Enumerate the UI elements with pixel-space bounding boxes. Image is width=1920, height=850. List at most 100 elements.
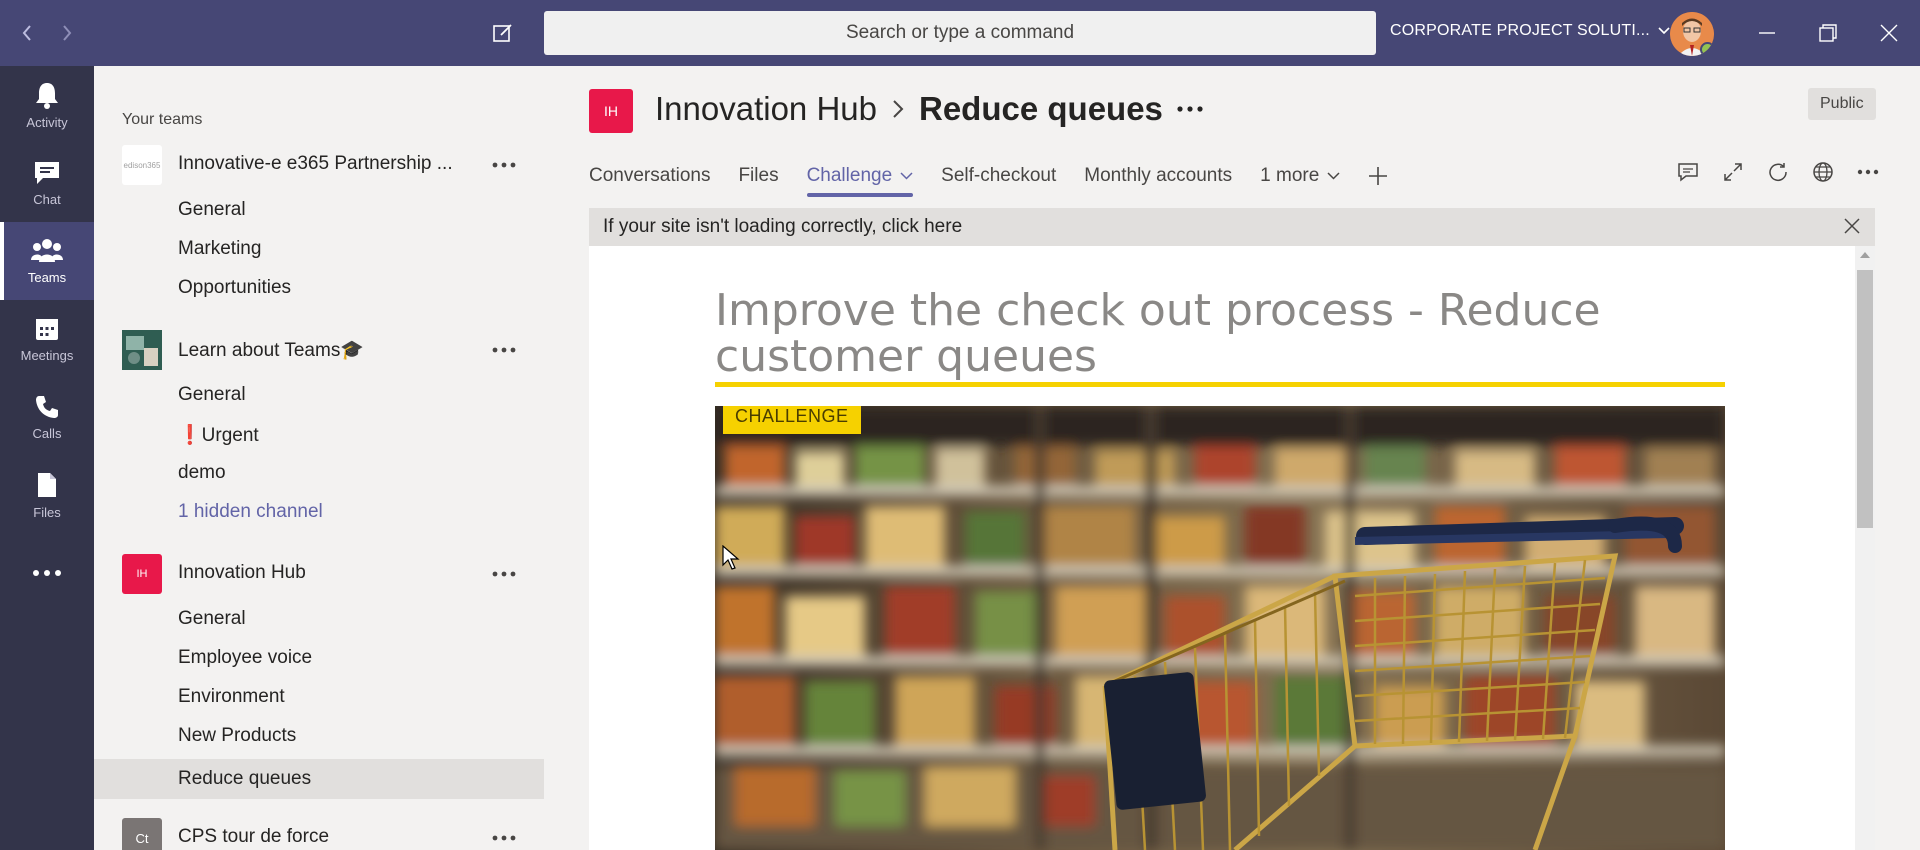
content-scrollbar[interactable] (1855, 246, 1875, 850)
app-rail: Activity Chat Teams Meetings Calls Files (0, 66, 94, 850)
forward-button[interactable] (52, 18, 82, 48)
teams-list-panel: Your teams edison365 Innovative-e e365 P… (94, 66, 544, 850)
page-title: Improve the check out process - Reduce c… (715, 285, 1601, 382)
more-options-icon[interactable] (492, 564, 516, 584)
channel-view: IH Innovation Hub Reduce queues Public C… (544, 66, 1920, 850)
channel-label: ❗Urgent (178, 425, 259, 446)
team-name: CPS tour de force (178, 826, 330, 847)
channel-item[interactable]: New Products (94, 716, 544, 756)
mouse-cursor-icon (722, 545, 740, 570)
presence-available-icon (1700, 42, 1714, 56)
rail-item-files[interactable]: Files (0, 456, 94, 534)
close-icon[interactable] (1843, 217, 1861, 235)
breadcrumb-channel: Reduce queues (919, 90, 1163, 127)
add-tab-button[interactable] (1368, 156, 1388, 196)
chat-icon (35, 161, 59, 184)
challenge-image: CHALLENGE (715, 406, 1725, 850)
channel-item[interactable]: demo (94, 453, 544, 493)
close-window-button[interactable] (1874, 18, 1904, 48)
bell-icon (36, 82, 58, 109)
rail-item-teams[interactable]: Teams (0, 222, 94, 300)
rail-item-label: Files (33, 504, 61, 520)
phone-icon (36, 395, 58, 418)
team-item-innovation-hub[interactable]: IH Innovation Hub (94, 552, 544, 596)
more-options-icon[interactable] (492, 340, 516, 360)
tab-conversations[interactable]: Conversations (589, 156, 710, 196)
visibility-badge: Public (1808, 88, 1876, 120)
expand-icon (1723, 162, 1742, 181)
channel-item[interactable]: ❗Urgent (94, 414, 544, 454)
notice-text[interactable]: If your site isn't loading correctly, cl… (603, 216, 962, 238)
team-item-innovative-e[interactable]: edison365 Innovative-e e365 Partnership … (94, 143, 544, 187)
channel-item[interactable]: General (94, 375, 544, 415)
chevron-down-icon (1327, 172, 1340, 180)
more-options-icon[interactable] (1177, 105, 1203, 113)
more-options-icon[interactable] (492, 155, 516, 175)
tab-label: Files (738, 165, 779, 186)
hidden-channels-link[interactable]: 1 hidden channel (94, 492, 544, 532)
avatar[interactable] (1670, 12, 1714, 56)
tab-more-options-button[interactable] (1854, 158, 1881, 185)
compose-icon (493, 24, 512, 42)
rail-item-label: Meetings (20, 347, 74, 363)
channel-item[interactable]: General (94, 190, 544, 230)
more-options-icon[interactable] (492, 828, 516, 848)
tab-more[interactable]: 1 more (1260, 156, 1340, 196)
chevron-down-icon (900, 172, 913, 180)
reload-tab-button[interactable] (1764, 158, 1791, 185)
tab-self-checkout[interactable]: Self-checkout (941, 156, 1056, 196)
rail-item-label: Teams (27, 269, 67, 285)
tab-challenge[interactable]: Challenge (806, 156, 914, 197)
open-website-button[interactable] (1809, 158, 1836, 185)
channel-item[interactable]: General (94, 599, 544, 639)
new-chat-button[interactable] (488, 18, 518, 48)
restore-icon (1819, 24, 1837, 42)
channel-item[interactable]: Opportunities (94, 268, 544, 308)
tab-monthly-accounts[interactable]: Monthly accounts (1084, 156, 1232, 196)
tenant-switcher[interactable]: CORPORATE PROJECT SOLUTI... (1390, 22, 1670, 40)
scrollbar-thumb[interactable] (1857, 270, 1873, 528)
shopping-cart-photo (715, 406, 1725, 850)
title-underline (715, 382, 1725, 387)
channel-label: General (178, 608, 246, 629)
tenant-name: CORPORATE PROJECT SOLUTI... (1390, 22, 1650, 39)
rail-item-meetings[interactable]: Meetings (0, 300, 94, 378)
tab-label: Conversations (589, 165, 711, 186)
scroll-up-arrow-icon[interactable] (1860, 252, 1870, 258)
rail-item-label: Chat (33, 191, 61, 207)
website-tab-content: Improve the check out process - Reduce c… (589, 246, 1875, 850)
channel-label: General (178, 199, 246, 220)
channel-label: Employee voice (178, 647, 313, 668)
globe-icon (1812, 161, 1833, 182)
team-item-learn-about-teams[interactable]: Learn about Teams🎓 (94, 328, 544, 372)
restore-button[interactable] (1813, 18, 1843, 48)
rail-item-calls[interactable]: Calls (0, 378, 94, 456)
tab-files[interactable]: Files (738, 156, 778, 196)
rail-item-activity[interactable]: Activity (0, 66, 94, 144)
channel-tabs: Conversations Files Challenge Self-check… (589, 156, 1416, 197)
minimize-button[interactable] (1752, 18, 1782, 48)
rail-item-chat[interactable]: Chat (0, 144, 94, 222)
channel-item[interactable]: Environment (94, 677, 544, 717)
more-apps-button[interactable] (0, 534, 94, 612)
back-button[interactable] (12, 18, 42, 48)
channel-label: Environment (178, 686, 285, 707)
breadcrumb-team[interactable]: Innovation Hub (655, 90, 877, 128)
search-input[interactable]: Search or type a command (544, 11, 1376, 55)
channel-item[interactable]: Employee voice (94, 638, 544, 678)
team-photo-icon (122, 330, 162, 370)
site-loading-notice[interactable]: If your site isn't loading correctly, cl… (589, 208, 1875, 246)
challenge-tag: CHALLENGE (723, 406, 861, 434)
expand-tab-button[interactable] (1719, 158, 1746, 185)
tab-conversation-button[interactable] (1674, 158, 1701, 185)
rail-item-label: Activity (26, 114, 68, 130)
more-options-icon (1857, 169, 1878, 174)
team-item-cps-tour[interactable]: Ct CPS tour de force (94, 816, 544, 850)
channel-item-selected[interactable]: Reduce queues (94, 759, 544, 799)
close-icon (1880, 24, 1898, 42)
channel-label: 1 hidden channel (178, 501, 323, 522)
channel-label: New Products (178, 725, 297, 746)
channel-item[interactable]: Marketing (94, 229, 544, 269)
tab-label: Monthly accounts (1084, 165, 1233, 186)
team-logo: IH (122, 554, 162, 594)
